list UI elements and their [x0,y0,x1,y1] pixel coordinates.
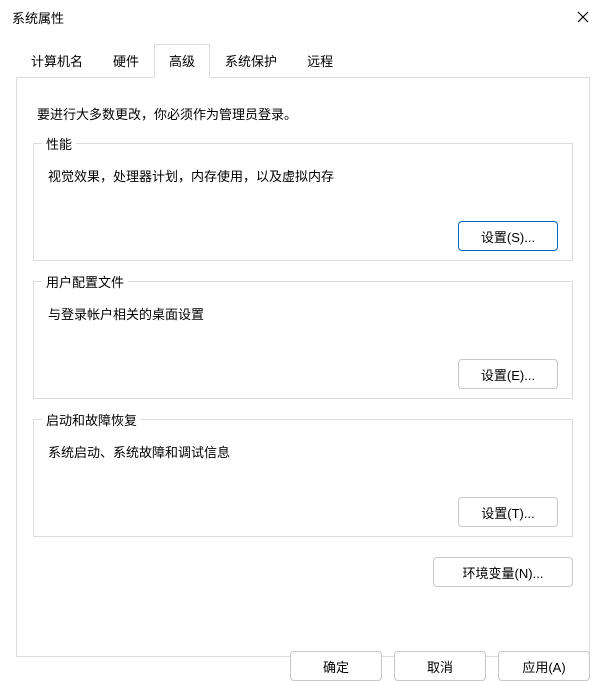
close-button[interactable] [560,2,606,32]
window-title: 系统属性 [12,8,64,27]
performance-legend: 性能 [42,134,76,153]
tab-panel-advanced: 要进行大多数更改，你必须作为管理员登录。 性能 视觉效果，处理器计划，内存使用，… [16,77,590,657]
startup-recovery-legend: 启动和故障恢复 [42,410,141,429]
startup-recovery-desc: 系统启动、系统故障和调试信息 [48,442,558,461]
close-icon [577,11,589,23]
performance-settings-button[interactable]: 设置(S)... [458,221,558,251]
tab-computer-name[interactable]: 计算机名 [16,44,98,77]
titlebar: 系统属性 [0,0,606,34]
environment-variables-button[interactable]: 环境变量(N)... [433,557,573,587]
tab-hardware[interactable]: 硬件 [98,44,154,77]
startup-recovery-settings-button[interactable]: 设置(T)... [458,497,558,527]
tab-advanced[interactable]: 高级 [154,44,210,78]
user-profiles-desc: 与登录帐户相关的桌面设置 [48,304,558,323]
tab-strip: 计算机名 硬件 高级 系统保护 远程 [16,44,590,77]
ok-button[interactable]: 确定 [290,651,382,681]
groupbox-startup-recovery: 启动和故障恢复 系统启动、系统故障和调试信息 设置(T)... [33,419,573,537]
groupbox-performance: 性能 视觉效果，处理器计划，内存使用，以及虚拟内存 设置(S)... [33,143,573,261]
user-profiles-legend: 用户配置文件 [42,272,128,291]
performance-desc: 视觉效果，处理器计划，内存使用，以及虚拟内存 [48,166,558,185]
user-profiles-settings-button[interactable]: 设置(E)... [458,359,558,389]
tab-remote[interactable]: 远程 [292,44,348,77]
cancel-button[interactable]: 取消 [394,651,486,681]
groupbox-user-profiles: 用户配置文件 与登录帐户相关的桌面设置 设置(E)... [33,281,573,399]
dialog-button-row: 确定 取消 应用(A) [290,651,590,681]
admin-note: 要进行大多数更改，你必须作为管理员登录。 [37,104,569,123]
tab-system-protection[interactable]: 系统保护 [210,44,292,77]
apply-button[interactable]: 应用(A) [498,651,590,681]
